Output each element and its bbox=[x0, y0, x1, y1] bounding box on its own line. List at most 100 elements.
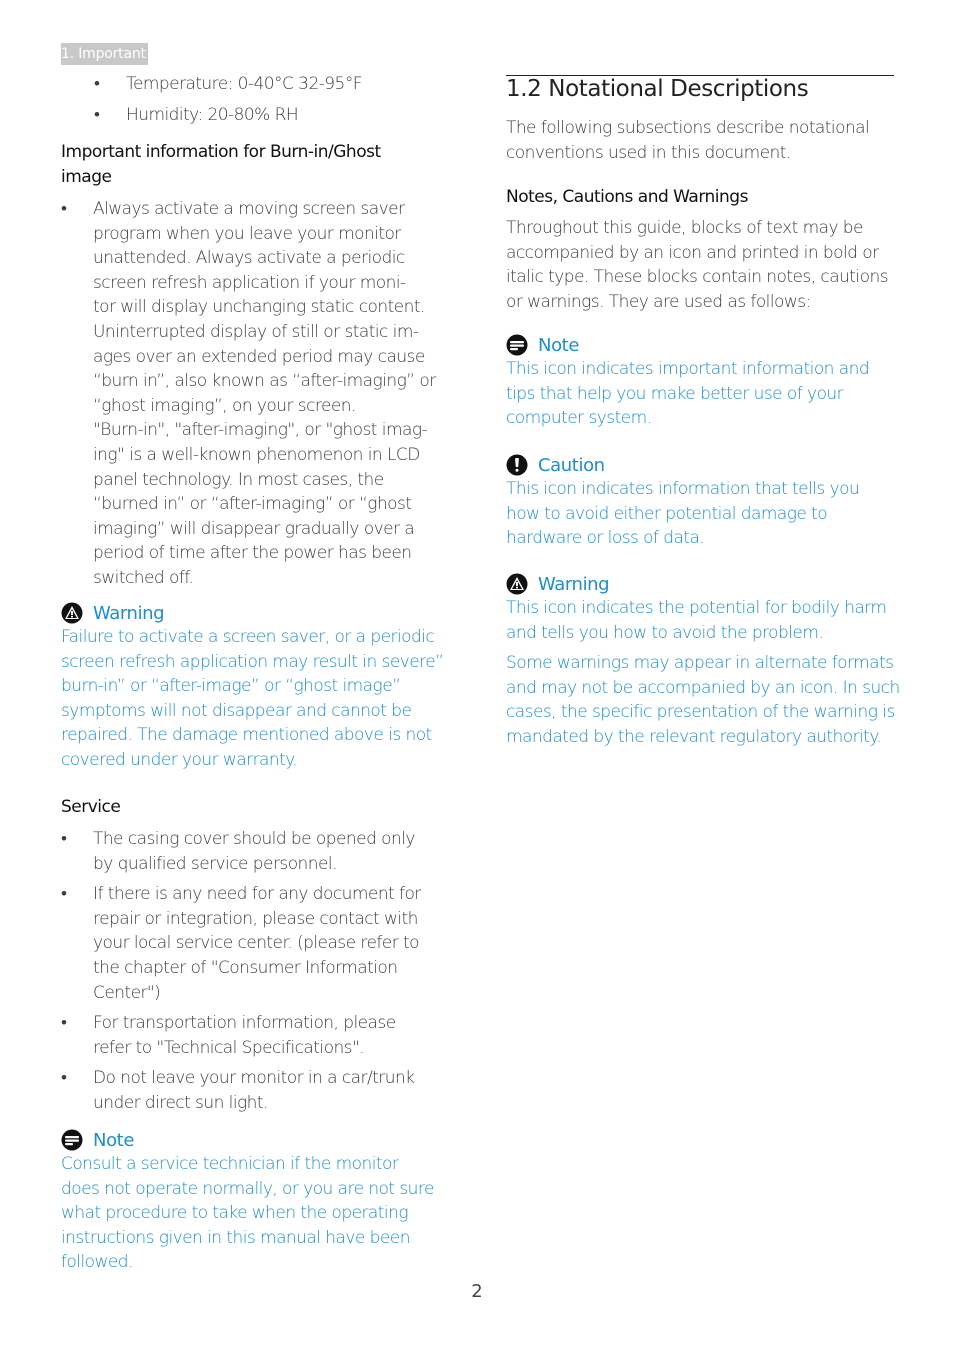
text-line: tor will display unchanging static conte… bbox=[93, 297, 425, 318]
text-line: accompanied by an icon and printed in bo… bbox=[506, 242, 879, 263]
note-callout: Note Consult a service technician if the… bbox=[61, 1129, 461, 1275]
text-line: Some warnings may appear in alternate fo… bbox=[506, 653, 894, 674]
service-list-item: • The casing cover should be opened only b… bbox=[61, 827, 461, 876]
text-line: the chapter of "Consumer Information bbox=[93, 957, 398, 978]
service-list-item: • For transportation information, please r… bbox=[61, 1011, 461, 1060]
text-line: Do not leave your monitor in a car/trunk bbox=[93, 1068, 415, 1089]
burnin-bullet: • Always activate a moving screen saver p… bbox=[61, 197, 461, 591]
temperature-spec: Temperature: 0-40°C 32-95°F bbox=[126, 74, 363, 94]
text-line: or warnings. They are used as follows: bbox=[506, 291, 811, 312]
bullet: • bbox=[61, 829, 67, 849]
text-line: by qualified service personnel. bbox=[93, 853, 337, 874]
intro-paragraph: The following subsections describe notat… bbox=[506, 116, 870, 165]
text-line: hardware or loss of data. bbox=[506, 528, 705, 549]
warning-title: Warning bbox=[538, 573, 610, 595]
caution-icon bbox=[506, 454, 528, 476]
notes-paragraph: Throughout this guide, blocks of text ma… bbox=[506, 216, 889, 314]
text-line: your local service center. (please refer… bbox=[93, 933, 420, 954]
text-line: "Burn-in", "after-imaging", or "ghost im… bbox=[93, 420, 428, 441]
text-line: burn-in” or “after-image” or “ghost imag… bbox=[61, 676, 401, 697]
section-title: 1.2 Notational Descriptions bbox=[506, 76, 809, 102]
text-line: This icon indicates the potential for bo… bbox=[506, 598, 887, 618]
text-line: instructions given in this manual have b… bbox=[61, 1227, 410, 1248]
text-line: and tells you how to avoid the problem. bbox=[506, 622, 824, 643]
text-line: “burned in” or “after-imaging” or “ghost bbox=[93, 494, 412, 515]
text-line: computer system. bbox=[506, 408, 652, 429]
warning-triangle-icon bbox=[506, 573, 528, 595]
caution-text: This icon indicates information that tel… bbox=[506, 477, 906, 551]
text-line: Center") bbox=[93, 982, 161, 1003]
warning-text: Failure to activate a screen saver, or a… bbox=[61, 625, 461, 773]
text-line: This icon indicates information that tel… bbox=[506, 479, 860, 499]
notes-subheading: Notes, Cautions and Warnings bbox=[506, 187, 748, 207]
warning-title: Warning bbox=[93, 602, 165, 624]
text-line: does not operate normally, or you are no… bbox=[61, 1178, 434, 1199]
text-line: Throughout this guide, blocks of text ma… bbox=[506, 218, 864, 238]
list-item: • Temperature: 0-40°C 32-95°F bbox=[94, 74, 363, 94]
chapter-tag: 1. Important bbox=[61, 43, 148, 65]
text-line: covered under your warranty. bbox=[61, 749, 298, 770]
burnin-heading: Important information for Burn-in/Ghost … bbox=[61, 140, 381, 189]
note-icon bbox=[61, 1129, 83, 1151]
service-list-item: • Do not leave your monitor in a car/trun… bbox=[61, 1066, 461, 1115]
warning-triangle-icon bbox=[61, 602, 83, 624]
text-line: ages over an extended period may cause bbox=[93, 346, 425, 367]
text-line: repaired. The damage mentioned above is … bbox=[61, 725, 432, 746]
text-line: unattended. Always activate a periodic bbox=[93, 248, 405, 269]
text-line: If there is any need for any document fo… bbox=[93, 884, 421, 905]
burnin-text: Always activate a moving screen saver pro… bbox=[93, 197, 461, 591]
text-line: mandated by the relevant regulatory auth… bbox=[506, 726, 882, 747]
bullet: • bbox=[61, 884, 67, 905]
note-title: Note bbox=[93, 1129, 135, 1151]
note-text: This icon indicates important informatio… bbox=[506, 357, 906, 431]
service-heading: Service bbox=[61, 797, 121, 817]
note-callout: Note This icon indicates important infor… bbox=[506, 334, 906, 431]
text-line: This icon indicates important informatio… bbox=[506, 359, 870, 379]
text-line: italic type. These blocks contain notes,… bbox=[506, 267, 889, 288]
environment-list: • Temperature: 0-40°C 32-95°F • Humidity: … bbox=[94, 72, 363, 127]
warning-callout: Warning Failure to activate a screen sav… bbox=[61, 602, 461, 773]
text-line: symptoms will not disappear and cannot b… bbox=[61, 700, 412, 721]
caution-title: Caution bbox=[538, 454, 605, 476]
warning-callout: Warning This icon indicates the potentia… bbox=[506, 573, 906, 750]
heading-line: Important information for Burn-in/Ghost bbox=[61, 142, 381, 162]
text-line: The following subsections describe notat… bbox=[506, 118, 870, 138]
text-line: tips that help you make better use of yo… bbox=[506, 383, 844, 404]
text-line: The casing cover should be opened only bbox=[93, 829, 415, 849]
text-line: conventions used in this document. bbox=[506, 142, 791, 163]
text-line: Failure to activate a screen saver, or a… bbox=[61, 627, 435, 647]
text-line: period of time after the power has been bbox=[93, 543, 412, 564]
text-line: program when you leave your monitor bbox=[93, 223, 401, 244]
list-item: • Always activate a moving screen saver p… bbox=[61, 197, 461, 591]
text-line: imaging” will disappear gradually over a bbox=[93, 518, 415, 539]
note-icon bbox=[506, 334, 528, 356]
text-line: and may not be accompanied by an icon. I… bbox=[506, 677, 900, 698]
bullet: • bbox=[61, 1068, 67, 1089]
text-line: screen refresh application if your moni- bbox=[93, 272, 406, 293]
humidity-spec: Humidity: 20-80% RH bbox=[126, 104, 299, 125]
text-line: panel technology. In most cases, the bbox=[93, 469, 384, 490]
text-line: Uninterrupted display of still or static… bbox=[93, 321, 419, 342]
text-line: cases, the specific presentation of the … bbox=[506, 702, 895, 723]
list-item: • Humidity: 20-80% RH bbox=[94, 104, 299, 125]
note-title: Note bbox=[538, 334, 580, 356]
text-line: screen refresh application may result in… bbox=[61, 651, 444, 672]
text-line: how to avoid either potential damage to bbox=[506, 503, 828, 524]
bullet: • bbox=[61, 1013, 67, 1034]
service-list-item: • If there is any need for any document f… bbox=[61, 882, 461, 1005]
warning-text: This icon indicates the potential for bo… bbox=[506, 596, 906, 645]
warning-extra-text: Some warnings may appear in alternate fo… bbox=[506, 651, 906, 749]
service-list: • The casing cover should be opened only b… bbox=[61, 827, 461, 1122]
text-line: “burn in”, also known as “after-imaging”… bbox=[93, 371, 436, 392]
caution-callout: Caution This icon indicates information … bbox=[506, 454, 906, 551]
heading-line: image bbox=[61, 166, 112, 187]
text-line: under direct sun light. bbox=[93, 1092, 268, 1113]
text-line: ing" is a well-known phenomenon in LCD bbox=[93, 444, 420, 465]
text-line: Consult a service technician if the moni… bbox=[61, 1154, 399, 1174]
text-line: For transportation information, please bbox=[93, 1013, 396, 1034]
text-line: what procedure to take when the operatin… bbox=[61, 1203, 409, 1224]
text-line: refer to "Technical Specifications". bbox=[93, 1037, 365, 1058]
text-line: followed. bbox=[61, 1252, 133, 1273]
page-number: 2 bbox=[471, 1281, 483, 1302]
text-line: “ghost imaging”, on your screen. bbox=[93, 395, 356, 416]
